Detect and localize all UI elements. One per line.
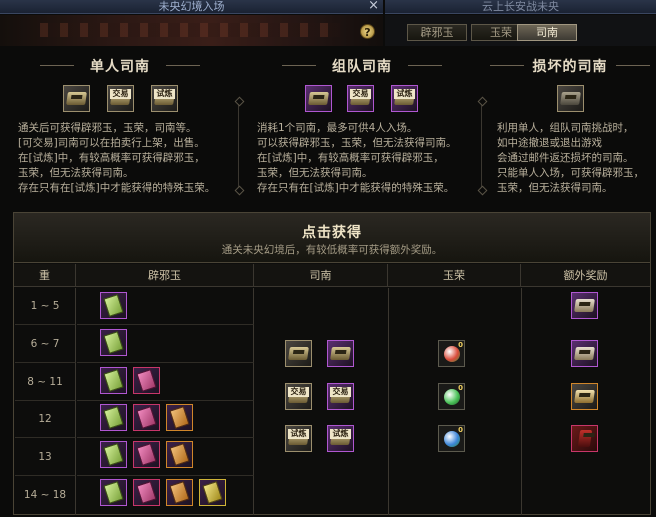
level-cell: 6 ~ 7 [15,325,76,363]
column-header-level: 重 [14,264,76,287]
desc-line: 会通过邮件返还损坏的司南。 [497,152,634,164]
broken-sinan-title: 损坏的司南 [470,56,656,76]
party-sinan-trial-icon[interactable]: 试炼 [327,425,354,452]
desc-line: 利用单人，组队司南挑战时， [497,122,634,134]
level-cell: 1 ~ 5 [15,288,76,325]
bixieyu-ticket-gold-icon[interactable] [199,479,226,506]
level-cell: 12 [15,401,76,438]
bixieyu-ticket-red-icon[interactable] [133,479,160,506]
orb-count: 0 [458,341,463,349]
help-icon[interactable]: ? [360,24,375,39]
party-sinan-title: 组队司南 [262,56,462,76]
bixieyu-ticket-icon[interactable] [100,329,127,356]
left-window-titlebar: 未央幻境入场 × [0,0,383,14]
extra-reward-costume-icon[interactable] [571,425,598,452]
column-header-extra: 额外奖励 [521,264,650,287]
party-sinan-description: 消耗1个司南，最多可供4人入场。 可以获得辟邪玉，玉荣，但无法获得司南。 在[试… [257,121,457,196]
extra-reward-cube-icon[interactable] [571,383,598,410]
left-window-title: 未央幻境入场 [158,0,225,13]
extra-reward-chest-icon[interactable] [571,340,598,367]
desc-line: 存在只有在[试炼]中才能获得的特殊玉荣。 [18,182,216,194]
desc-line: 玉荣，但无法获得司南。 [18,167,134,179]
desc-line: 在[试炼]中，有较高概率可获得辟邪玉， [18,152,205,164]
extra-reward-chest-icon[interactable] [571,292,598,319]
column-header-bixieyu: 辟邪玉 [76,264,254,287]
trade-label: 交易 [330,387,351,397]
desc-line: 如中途撤退或退出游戏 [497,137,602,149]
level-cell: 14 ~ 18 [15,476,76,515]
column-divider [388,288,389,515]
yurong-orb-blue-icon[interactable]: 0 [438,425,465,452]
sinan-compass-icon[interactable] [285,340,312,367]
desc-line: 消耗1个司南，最多可供4人入场。 [257,122,418,134]
reward-panel-title: 点击获得 [302,225,362,241]
desc-line: 可以获得辟邪玉，玉荣，但无法获得司南。 [257,137,457,149]
bixieyu-ticket-icon[interactable] [100,441,127,468]
desc-line: 玉荣，但无法获得司南。 [497,182,613,194]
bixieyu-ticket-red-icon[interactable] [133,441,160,468]
broken-sinan-description: 利用单人，组队司南挑战时， 如中途撤退或退出游戏 会通过邮件返还损坏的司南。 只… [497,121,644,196]
reward-panel-header: 点击获得 通关未央幻境后，有较低概率可获得额外奖励。 [14,213,650,263]
bixieyu-ticket-orange-icon[interactable] [166,404,193,431]
trial-label: 试炼 [330,429,351,439]
solo-sinan-title: 单人司南 [20,56,220,76]
trade-label: 交易 [350,89,371,99]
trial-label: 试炼 [288,429,309,439]
section-divider [238,98,239,194]
section-divider [481,98,482,194]
bixieyu-ticket-red-icon[interactable] [133,367,160,394]
bixieyu-ticket-orange-icon[interactable] [166,441,193,468]
sinan-trial-icon[interactable]: 试炼 [285,425,312,452]
party-sinan-compass-icon[interactable] [327,340,354,367]
column-header-sinan: 司南 [254,264,388,287]
right-window-titlebar: 云上长安战未央 [385,0,656,14]
bixieyu-ticket-orange-icon[interactable] [166,479,193,506]
trial-label: 试炼 [154,89,175,99]
yurong-orb-red-icon[interactable]: 0 [438,340,465,367]
tab-bar: 辟邪玉 玉荣 司南 [385,15,656,46]
desc-line: 玉荣，但无法获得司南。 [257,167,373,179]
close-icon[interactable]: × [368,0,379,13]
sinan-trade-icon[interactable]: 交易 [107,85,134,112]
bixieyu-ticket-icon[interactable] [100,404,127,431]
right-window-title: 云上长安战未央 [482,0,559,13]
desc-line: 只能单人入场，可获得辟邪玉， [497,167,644,179]
desc-line: 在[试炼]中，有较高概率可获得辟邪玉， [257,152,444,164]
bixieyu-ticket-icon[interactable] [100,479,127,506]
trade-label: 交易 [288,387,309,397]
level-cell: 13 [15,438,76,476]
orb-count: 0 [458,384,463,392]
reward-panel-subtitle: 通关未央幻境后，有较低概率可获得额外奖励。 [221,244,443,256]
trade-label: 交易 [110,89,131,99]
desc-line: 通关后可获得辟邪玉，玉荣，司南等。 [18,122,197,134]
header-banner [0,15,383,46]
column-header-yurong: 玉荣 [388,264,521,287]
tab-sinan[interactable]: 司南 [517,24,577,41]
level-cell: 8 ~ 11 [15,363,76,401]
sinan-compass-icon[interactable] [63,85,90,112]
bixieyu-ticket-icon[interactable] [100,367,127,394]
bixieyu-ticket-red-icon[interactable] [133,404,160,431]
desc-line: [可交易]司南可以在拍卖行上架，出售。 [18,137,205,149]
party-sinan-compass-icon[interactable] [305,85,332,112]
sinan-trial-icon[interactable]: 试炼 [151,85,178,112]
party-sinan-trade-icon[interactable]: 交易 [347,85,374,112]
orb-count: 0 [458,426,463,434]
party-sinan-trial-icon[interactable]: 试炼 [391,85,418,112]
solo-sinan-description: 通关后可获得辟邪玉，玉荣，司南等。 [可交易]司南可以在拍卖行上架，出售。 在[… [18,121,215,196]
yurong-orb-green-icon[interactable]: 0 [438,383,465,410]
tab-bixieyu[interactable]: 辟邪玉 [407,24,467,41]
broken-sinan-icon[interactable] [557,85,584,112]
desc-line: 存在只有在[试炼]中才能获得的特殊玉荣。 [257,182,455,194]
sinan-trade-icon[interactable]: 交易 [285,383,312,410]
trial-label: 试炼 [394,89,415,99]
party-sinan-trade-icon[interactable]: 交易 [327,383,354,410]
column-divider [521,288,522,515]
bixieyu-ticket-icon[interactable] [100,292,127,319]
